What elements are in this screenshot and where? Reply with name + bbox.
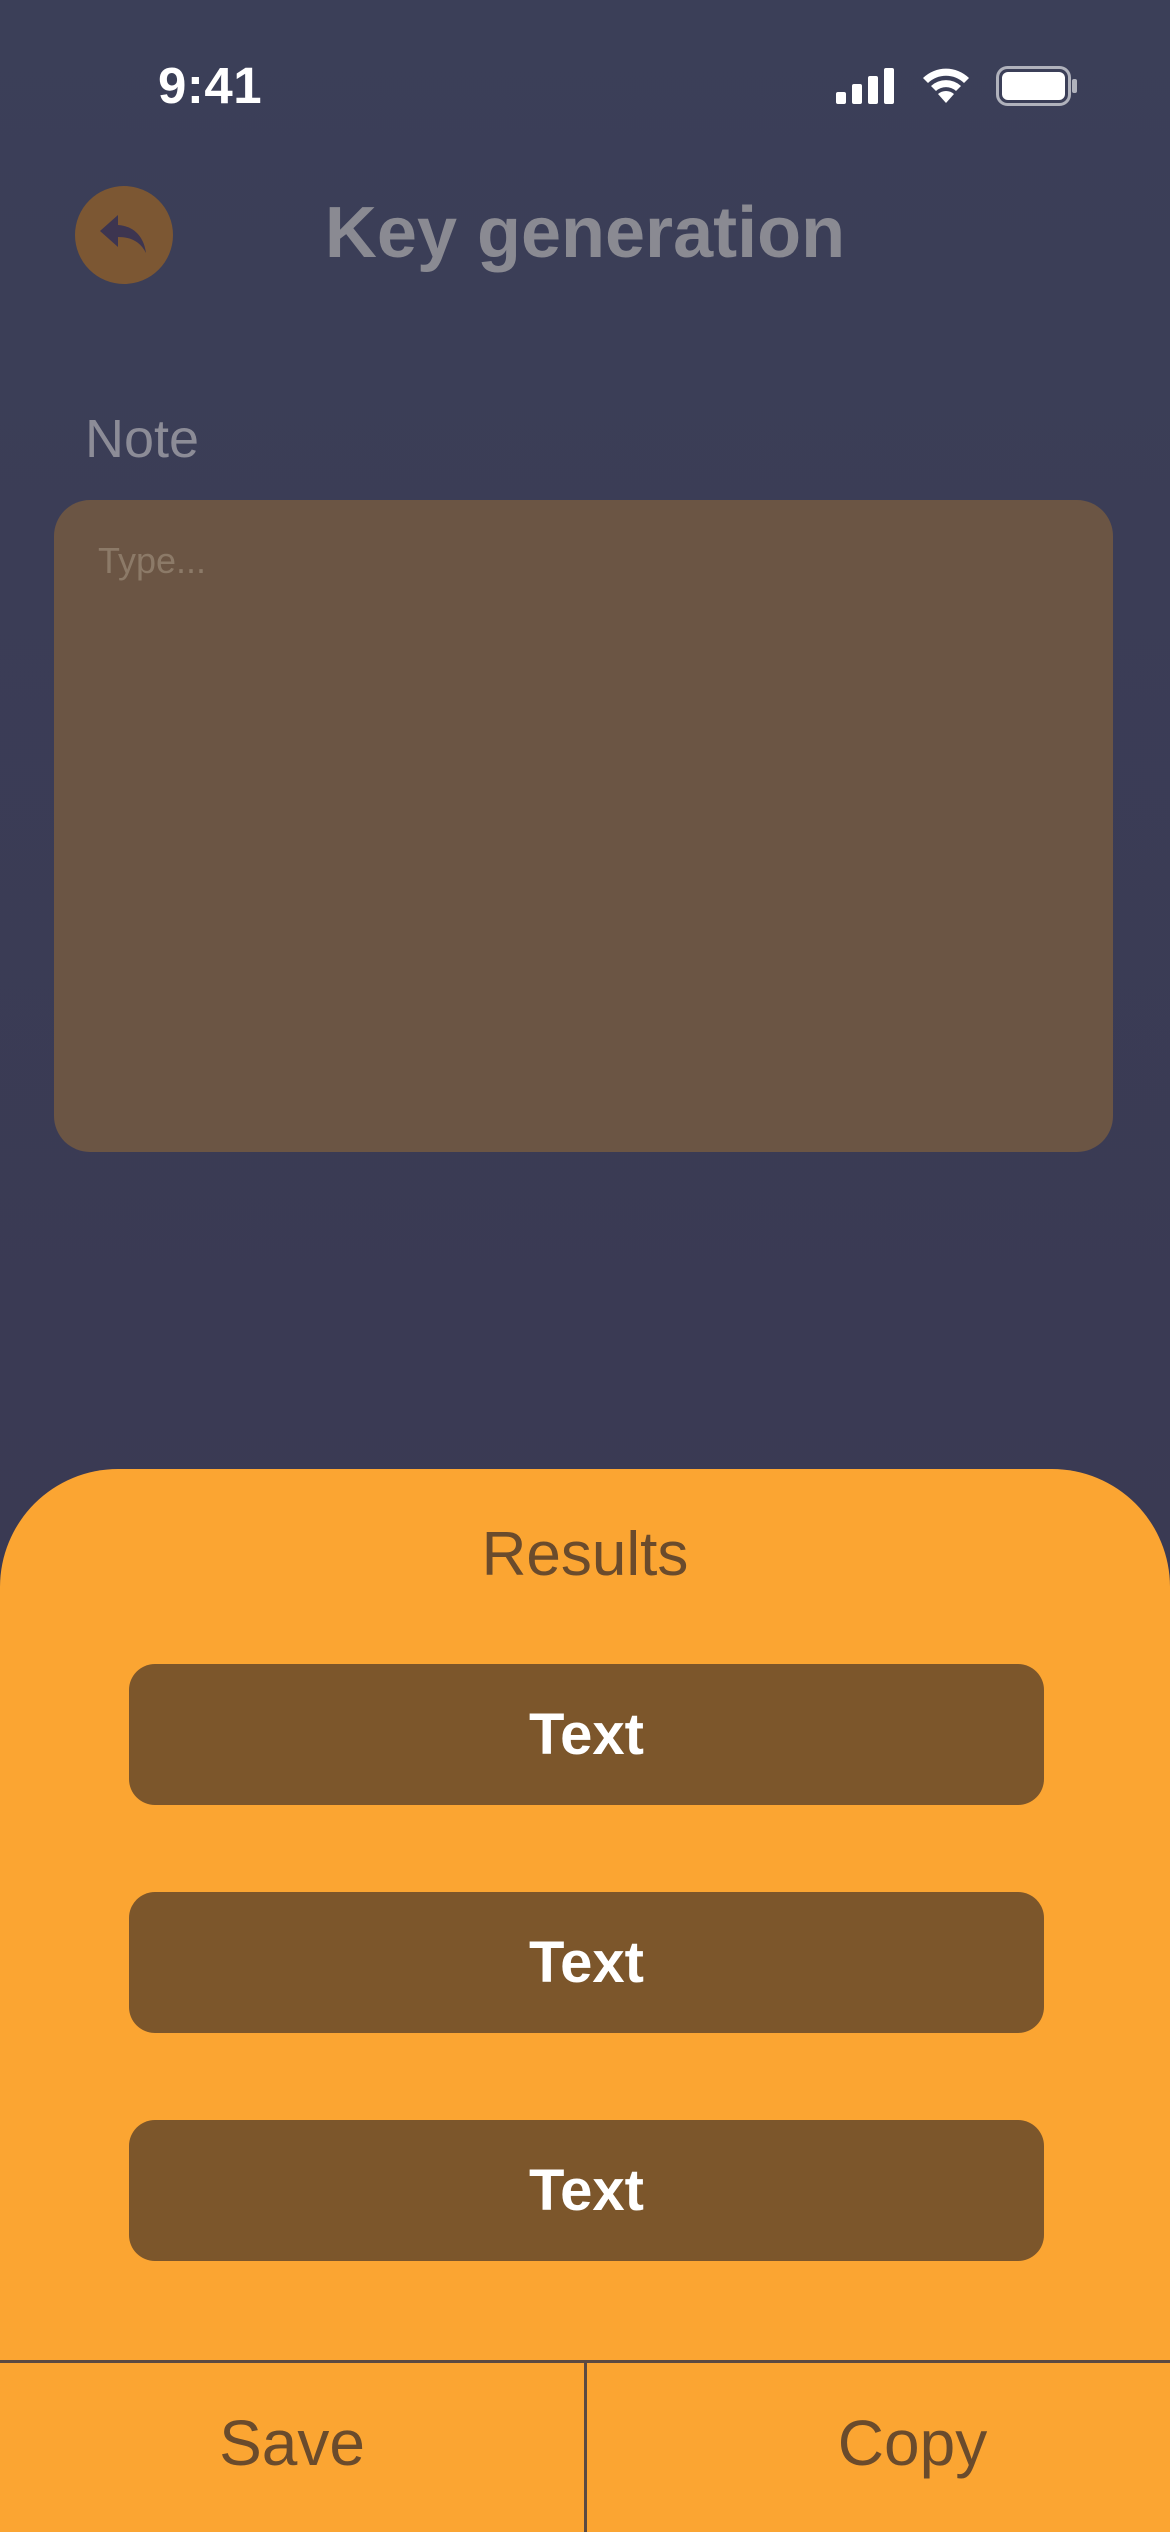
save-button[interactable]: Save	[0, 2363, 584, 2532]
header: Key generation	[0, 180, 1170, 290]
result-button-3[interactable]: Text	[129, 2120, 1044, 2261]
battery-icon	[996, 66, 1077, 106]
status-bar: 9:41	[0, 0, 1170, 176]
footer-actions: Save Copy	[0, 2360, 1170, 2532]
note-box	[54, 500, 1113, 1152]
result-button-2[interactable]: Text	[129, 1892, 1044, 2033]
note-label: Note	[85, 409, 200, 469]
copy-button[interactable]: Copy	[587, 2363, 1170, 2532]
result-button-1[interactable]: Text	[129, 1664, 1044, 1805]
note-input[interactable]	[54, 500, 1113, 1152]
status-icons	[836, 66, 1078, 106]
status-time: 9:41	[158, 57, 263, 114]
cellular-signal-icon	[836, 68, 894, 104]
results-title: Results	[481, 1520, 689, 1589]
wifi-icon	[923, 68, 969, 103]
page-title: Key generation	[324, 193, 846, 273]
